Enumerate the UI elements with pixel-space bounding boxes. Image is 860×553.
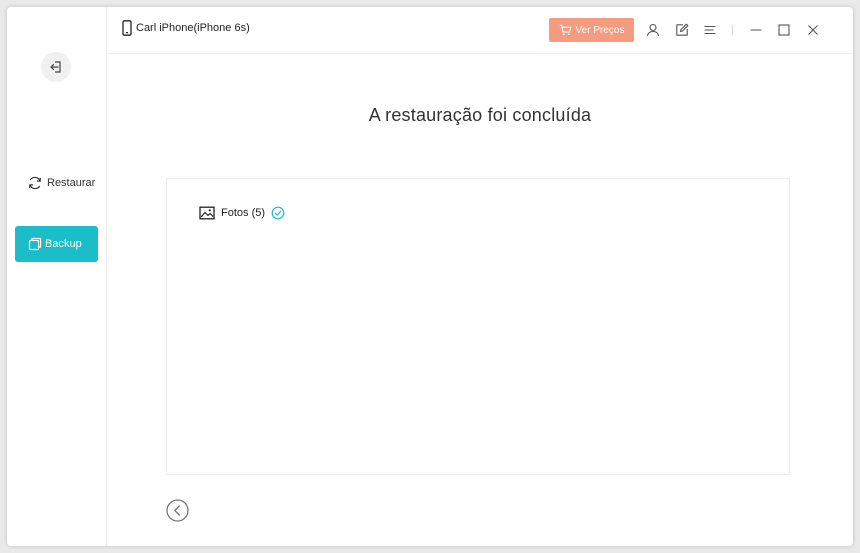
close-button[interactable] bbox=[804, 21, 822, 39]
account-button[interactable] bbox=[644, 21, 662, 39]
cart-icon bbox=[559, 24, 571, 36]
item-label: Fotos (5) bbox=[221, 207, 266, 219]
user-icon bbox=[646, 23, 660, 37]
sidebar-item-backup[interactable]: Backup bbox=[15, 226, 98, 262]
image-icon bbox=[199, 206, 215, 220]
device-name: Carl iPhone(iPhone 6s) bbox=[136, 22, 250, 34]
buy-button-label: Ver Preços bbox=[575, 24, 625, 36]
previous-button[interactable] bbox=[166, 499, 189, 522]
maximize-icon bbox=[778, 24, 790, 36]
sidebar-item-label: Backup bbox=[45, 238, 82, 250]
refresh-icon bbox=[29, 176, 41, 190]
list-item: Fotos (5) bbox=[199, 206, 285, 220]
maximize-button[interactable] bbox=[775, 21, 793, 39]
device-info: Carl iPhone(iPhone 6s) bbox=[122, 20, 250, 36]
title-bar: Carl iPhone(iPhone 6s) Ver Preços bbox=[107, 7, 853, 54]
check-circle-icon bbox=[271, 206, 285, 220]
sidebar-item-label: Restaurar bbox=[47, 177, 96, 189]
page-title: A restauração foi concluída bbox=[368, 105, 592, 125]
minimize-button[interactable] bbox=[747, 21, 765, 39]
results-panel: Fotos (5) bbox=[166, 178, 790, 475]
menu-icon bbox=[704, 25, 716, 35]
copy-icon bbox=[28, 237, 42, 251]
sidebar: Restaurar Backup bbox=[7, 7, 107, 546]
menu-button[interactable] bbox=[701, 21, 719, 39]
phone-icon bbox=[122, 20, 132, 36]
app-window: Restaurar Backup Carl iPhone(iPhone 6s) bbox=[7, 7, 853, 546]
exit-icon bbox=[50, 61, 61, 73]
back-button[interactable] bbox=[41, 52, 71, 82]
buy-button[interactable]: Ver Preços bbox=[549, 18, 634, 42]
edit-icon bbox=[676, 23, 689, 36]
toolbar-divider bbox=[732, 25, 733, 35]
feedback-button[interactable] bbox=[673, 21, 691, 39]
minimize-icon bbox=[750, 29, 762, 31]
chevron-left-icon bbox=[166, 499, 189, 522]
sidebar-item-restore[interactable]: Restaurar bbox=[27, 173, 95, 193]
close-icon bbox=[808, 25, 818, 35]
